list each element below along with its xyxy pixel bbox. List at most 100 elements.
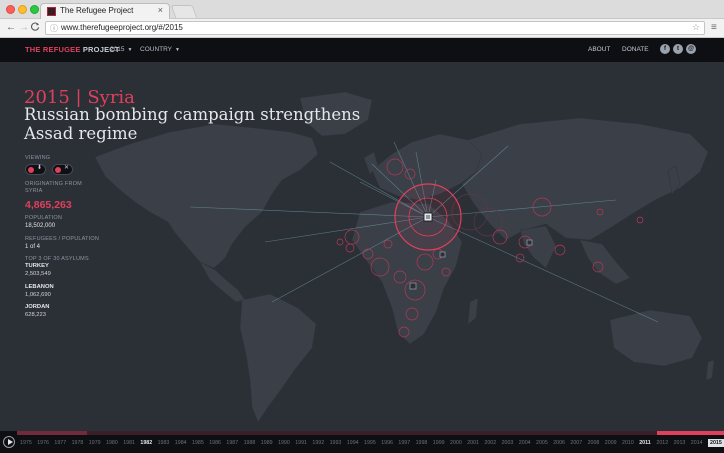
bookmark-star-icon[interactable]: ☆ <box>692 22 700 33</box>
timeline-year-1999[interactable]: 1999 <box>433 440 445 446</box>
timeline-year-1977[interactable]: 1977 <box>54 440 66 446</box>
timeline-year-1991[interactable]: 1991 <box>295 440 307 446</box>
asylum-name[interactable]: TURKEY <box>25 263 49 269</box>
syria-marker[interactable] <box>394 183 462 251</box>
timeline-year-1998[interactable]: 1998 <box>416 440 428 446</box>
mail-icon[interactable]: @ <box>686 44 696 54</box>
timeline-year-2001[interactable]: 2001 <box>467 440 479 446</box>
page-info-icon[interactable]: ⓘ <box>50 23 58 34</box>
timeline-year-1984[interactable]: 1984 <box>175 440 187 446</box>
timeline-year-2006[interactable]: 2006 <box>553 440 565 446</box>
refugee-count: 4,865,263 <box>25 199 72 211</box>
timeline-year-1997[interactable]: 1997 <box>398 440 410 446</box>
donate-link[interactable]: DONATE <box>622 46 649 53</box>
timeline-year-2014[interactable]: 2014 <box>691 440 703 446</box>
timeline-year-2011[interactable]: 2011 <box>639 440 651 446</box>
originating-label: ORIGINATING FROM <box>25 181 82 187</box>
address-bar[interactable]: ⓘ www.therefugeeproject.org/#/2015 ☆ <box>45 21 705 35</box>
play-icon <box>8 439 13 445</box>
ratio-label: REFUGEES / POPULATION <box>25 236 100 242</box>
view-incoming-toggle[interactable]: ✕ <box>52 164 73 175</box>
chevron-down-icon: ▼ <box>127 47 133 53</box>
timeline-year-1988[interactable]: 1988 <box>244 440 256 446</box>
timeline-year-2003[interactable]: 2003 <box>502 440 514 446</box>
close-window-button[interactable] <box>6 5 15 14</box>
timeline-year-2007[interactable]: 2007 <box>570 440 582 446</box>
timeline-year-1987[interactable]: 1987 <box>226 440 238 446</box>
population-label: POPULATION <box>25 215 63 221</box>
browser-toolbar: ← → ⓘ www.therefugeeproject.org/#/2015 ☆… <box>0 19 724 38</box>
timeline-year-2009[interactable]: 2009 <box>605 440 617 446</box>
timeline-year-2005[interactable]: 2005 <box>536 440 548 446</box>
person-icon <box>28 167 34 173</box>
timeline-year-1993[interactable]: 1993 <box>330 440 342 446</box>
timeline-year-2010[interactable]: 2010 <box>622 440 634 446</box>
site-logo[interactable]: THE REFUGEE PROJECT <box>25 45 120 54</box>
view-outgoing-toggle[interactable]: ⬇ <box>25 164 46 175</box>
timeline-year-1989[interactable]: 1989 <box>261 440 273 446</box>
facebook-icon[interactable]: f <box>660 44 670 54</box>
timeline-year-2012[interactable]: 2012 <box>656 440 668 446</box>
timeline-year-1994[interactable]: 1994 <box>347 440 359 446</box>
play-button[interactable] <box>3 436 15 448</box>
originating-country-label: SYRIA <box>25 188 43 194</box>
browser-menu-icon[interactable]: ≡ <box>711 22 717 34</box>
timeline-year-1979[interactable]: 1979 <box>89 440 101 446</box>
timeline-year-1976[interactable]: 1976 <box>37 440 49 446</box>
timeline-year-2013[interactable]: 2013 <box>674 440 686 446</box>
australia-landmass <box>609 309 703 367</box>
country-dropdown-label: COUNTRY <box>140 46 173 53</box>
new-zealand-landmass <box>705 359 715 381</box>
maximize-window-button[interactable] <box>30 5 39 14</box>
back-icon[interactable]: ← <box>6 22 16 34</box>
map-area[interactable]: 2015 | Syria Russian bombing campaign st… <box>0 62 724 431</box>
new-tab-button[interactable] <box>170 5 198 18</box>
timeline-year-1986[interactable]: 1986 <box>209 440 221 446</box>
year-dropdown-label: 2015 <box>110 46 125 53</box>
timeline-year-1983[interactable]: 1983 <box>158 440 170 446</box>
central-america-landmass <box>199 261 246 303</box>
tab-close-icon[interactable]: × <box>158 5 163 15</box>
madagascar-landmass <box>467 297 479 325</box>
ratio-value: 1 of 4 <box>25 244 41 250</box>
timeline-year-1978[interactable]: 1978 <box>72 440 84 446</box>
timeline[interactable]: 1975 1976 1977 1978 1979 1980 1981 1982 1983 1984… <box>0 431 724 453</box>
timeline-year-2004[interactable]: 2004 <box>519 440 531 446</box>
timeline-year-1996[interactable]: 1996 <box>381 440 393 446</box>
asylum-name[interactable]: JORDAN <box>25 304 49 310</box>
timeline-year-2002[interactable]: 2002 <box>484 440 496 446</box>
favicon-icon <box>47 7 56 16</box>
population-value: 18,502,000 <box>25 223 56 229</box>
about-link[interactable]: ABOUT <box>588 46 610 53</box>
asylum-name[interactable]: LEBANON <box>25 284 54 290</box>
timeline-year-2008[interactable]: 2008 <box>588 440 600 446</box>
north-america-landmass <box>94 123 319 269</box>
timeline-track[interactable] <box>17 431 724 435</box>
reload-icon[interactable] <box>31 22 40 35</box>
timeline-year-1990[interactable]: 1990 <box>278 440 290 446</box>
timeline-year-2015[interactable]: 2015 <box>708 439 724 447</box>
forward-icon[interactable]: → <box>19 22 29 34</box>
timeline-year-1992[interactable]: 1992 <box>312 440 324 446</box>
browser-tab[interactable]: The Refugee Project × <box>40 3 170 19</box>
year-dropdown[interactable]: 2015 ▼ <box>110 46 132 53</box>
country-dropdown[interactable]: COUNTRY ▼ <box>140 46 180 53</box>
timeline-year-1980[interactable]: 1980 <box>106 440 118 446</box>
timeline-year-1981[interactable]: 1981 <box>123 440 135 446</box>
logo-text-part1: THE REFUGEE <box>25 45 81 54</box>
site-header: THE REFUGEE PROJECT 2015 ▼ COUNTRY ▼ ABOUT… <box>0 38 724 62</box>
timeline-year-1985[interactable]: 1985 <box>192 440 204 446</box>
url-text[interactable]: www.therefugeeproject.org/#/2015 <box>61 23 183 32</box>
asylums-label: TOP 3 OF 30 ASYLUMS <box>25 256 89 262</box>
timeline-year-1982[interactable]: 1982 <box>140 440 152 446</box>
minimize-window-button[interactable] <box>18 5 27 14</box>
asylum-count: 2,503,549 <box>25 271 51 277</box>
twitter-icon[interactable]: t <box>673 44 683 54</box>
timeline-year-1975[interactable]: 1975 <box>20 440 32 446</box>
person-icon <box>55 167 61 173</box>
timeline-year-1995[interactable]: 1995 <box>364 440 376 446</box>
timeline-year-2000[interactable]: 2000 <box>450 440 462 446</box>
viewing-label: VIEWING <box>25 155 51 161</box>
chevron-down-icon: ▼ <box>175 47 180 53</box>
asylum-count: 628,223 <box>25 312 46 318</box>
